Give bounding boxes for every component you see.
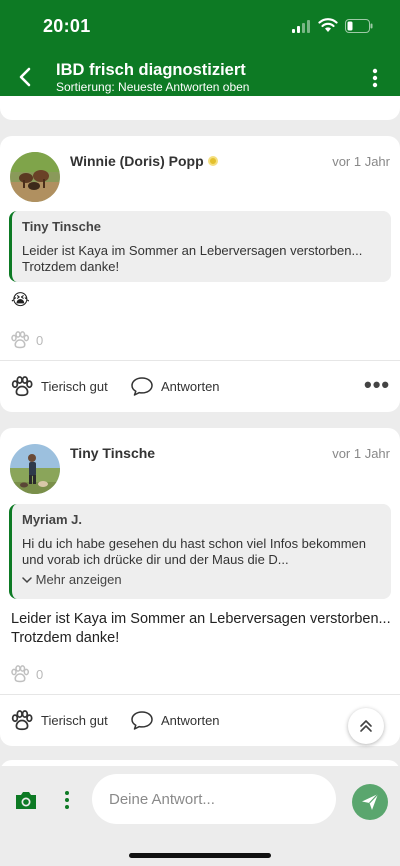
avatar[interactable] [10,444,60,494]
paw-icon [11,331,30,349]
post-age: vor 1 Jahr [332,446,390,461]
home-indicator [129,853,271,858]
reply-button[interactable]: Antworten [130,376,220,397]
avatar[interactable] [10,152,60,202]
status-bar: 20:01 [0,0,400,52]
quoted-reply[interactable]: Myriam J. Hi du ich habe gesehen du hast… [9,504,391,599]
like-count-value: 0 [36,332,44,348]
show-more-link[interactable]: Mehr anzeigen [22,572,381,587]
status-time: 20:01 [43,16,91,36]
like-count-value: 0 [36,666,44,682]
post-card: Winnie (Doris) Popp vor 1 Jahr Tiny Tins… [0,136,400,412]
post-age: vor 1 Jahr [332,154,390,169]
battery-icon [345,19,373,33]
reply-label: Antworten [161,713,220,728]
reply-input[interactable] [92,774,336,824]
post-card: Tiny Tinsche vor 1 Jahr Myriam J. Hi du … [0,428,400,746]
post-author[interactable]: Tiny Tinsche [70,445,155,461]
like-label: Tierisch gut [41,713,108,728]
sort-subtitle[interactable]: Sortierung: Neueste Antworten oben [56,80,249,94]
like-count: 0 [10,331,43,349]
wifi-icon [318,18,338,32]
more-options-icon[interactable]: ••• [364,372,390,398]
back-arrow-icon[interactable] [14,64,38,90]
quote-text: Hi du ich habe gesehen du hast schon vie… [22,536,366,567]
post-author[interactable]: Winnie (Doris) Popp [70,153,218,169]
chevron-down-icon [22,577,32,584]
like-button[interactable]: Tierisch gut [10,376,108,397]
divider [0,694,400,695]
author-name[interactable]: Winnie (Doris) Popp [70,153,204,169]
page-title: IBD frisch diagnostiziert [56,61,246,79]
more-vertical-icon[interactable] [366,66,384,90]
previous-post-card [0,96,400,120]
camera-icon[interactable] [14,790,38,811]
post-body: 😭 [11,292,30,309]
verified-badge-icon [207,156,218,166]
speech-bubble-icon [131,711,153,730]
quote-author: Myriam J. [22,512,82,527]
post-body: Leider ist Kaya im Sommer an Leberversag… [11,611,391,646]
quote-text: Leider ist Kaya im Sommer an Leberversag… [22,243,363,274]
send-icon [362,793,379,810]
quote-author: Tiny Tinsche [22,219,101,234]
reply-button[interactable]: Antworten [130,710,220,731]
more-vertical-icon[interactable] [62,790,72,810]
paw-icon [11,665,30,683]
speech-bubble-icon [131,377,153,396]
double-chevron-up-icon [360,720,372,732]
like-count: 0 [10,665,43,683]
paw-icon [11,710,33,731]
like-button[interactable]: Tierisch gut [10,710,108,731]
reply-composer [0,766,400,866]
send-button[interactable] [352,784,388,820]
reply-label: Antworten [161,379,220,394]
divider [0,360,400,361]
quoted-reply[interactable]: Tiny Tinsche Leider ist Kaya im Sommer a… [9,211,391,282]
paw-icon [11,376,33,397]
signal-icon [292,20,310,33]
scroll-to-top-button[interactable] [348,708,384,744]
show-more-label: Mehr anzeigen [35,572,122,587]
like-label: Tierisch gut [41,379,108,394]
